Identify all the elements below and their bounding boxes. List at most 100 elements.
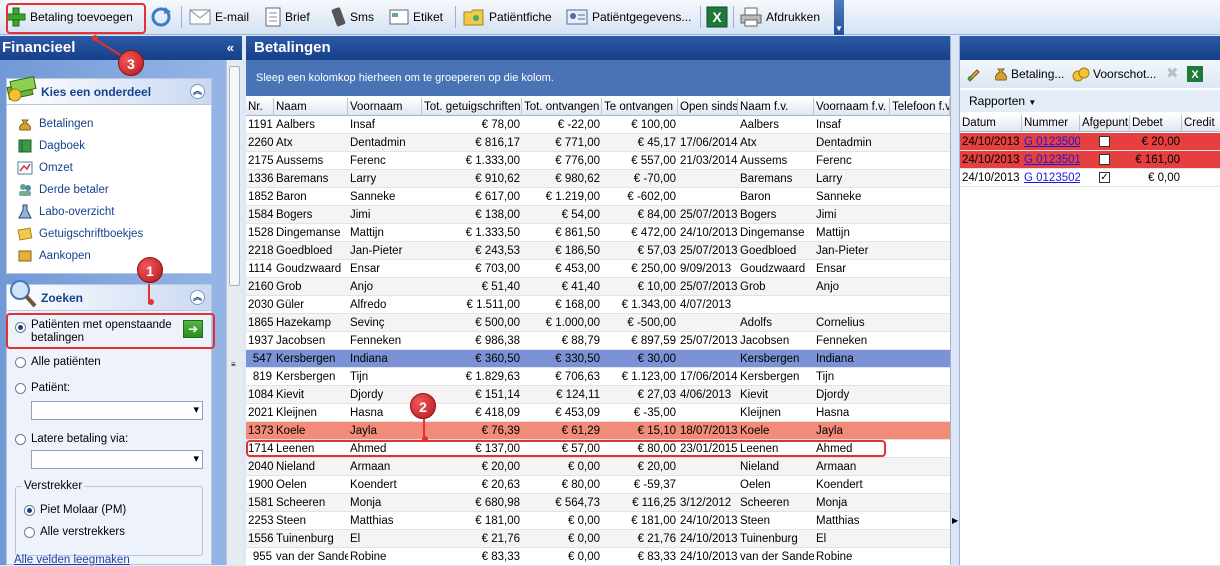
table-row[interactable]: 1336 Baremans Larry € 910,62 € 980,62 € -70,0…	[246, 170, 950, 188]
letter-button[interactable]: Brief	[265, 4, 310, 30]
table-row[interactable]: 1556 Tuinenburg El € 21,76 € 0,00 € 21,76 24/1…	[246, 530, 950, 548]
table-cell: Jayla	[350, 425, 377, 437]
detail-payment-button[interactable]: Betaling...	[994, 66, 1064, 82]
mobile-phone-icon	[331, 7, 346, 27]
radio-button[interactable]	[15, 357, 26, 368]
collapse-up-icon[interactable]: ︽	[190, 84, 205, 99]
patient-sheet-button[interactable]: Patiëntfiche	[463, 4, 552, 30]
provider-group-title: Verstrekker	[22, 480, 85, 492]
table-row[interactable]: 2260 Atx Dentadmin € 816,17 € 771,00 € 45,17 1…	[246, 134, 950, 152]
settled-checkbox[interactable]: ✓	[1099, 172, 1110, 183]
scroll-thumb[interactable]	[229, 66, 240, 286]
radio-button[interactable]	[15, 434, 26, 445]
detail-column-header[interactable]: Datum	[960, 115, 1022, 132]
column-header[interactable]: Nr.	[246, 98, 274, 116]
table-row[interactable]: 1114 Goudzwaard Ensar € 703,00 € 453,00 € 250…	[246, 260, 950, 278]
label-button[interactable]: Etiket	[389, 4, 443, 30]
radio-button[interactable]	[24, 505, 35, 516]
radio-patient[interactable]: Patiënt:	[15, 382, 70, 394]
excel-icon[interactable]: X	[1186, 65, 1204, 83]
column-header[interactable]: Tot. getuigschriften	[422, 98, 522, 116]
table-row[interactable]: 1084 Kievit Djordy € 151,14 € 124,11 € 27,03 4…	[246, 386, 950, 404]
detail-row[interactable]: 24/10/2013 G 0123501 € 161,00	[960, 151, 1220, 169]
table-row[interactable]: 1373 Koele Jayla € 76,39 € 61,29 € 15,10 18/07…	[246, 422, 950, 440]
radio-later-payment[interactable]: Latere betaling via:	[15, 433, 128, 445]
column-header[interactable]: Open sinds	[678, 98, 738, 116]
menu-item-third-party[interactable]: Derde betaler	[17, 182, 109, 198]
patient-combo[interactable]	[31, 401, 203, 420]
settled-checkbox[interactable]	[1099, 154, 1110, 165]
invoice-link[interactable]: G 0123501	[1022, 151, 1080, 169]
toolbar-overflow-grip[interactable]: ▼	[834, 0, 844, 35]
left-panel-scrollbar[interactable]: ≡	[226, 60, 242, 565]
table-row[interactable]: 2030 Güler Alfredo € 1.511,00 € 168,00 € 1.34…	[246, 296, 950, 314]
column-header[interactable]: Naam f.v.	[738, 98, 814, 116]
section-choose-part-header[interactable]: Kies een onderdeel ︽	[6, 76, 212, 104]
table-row[interactable]: 547 Kersbergen Indiana € 360,50 € 330,50 € 30…	[246, 350, 950, 368]
panel-splitter[interactable]: ▶	[950, 36, 959, 565]
reports-menu[interactable]: Rapporten ▼	[969, 94, 1036, 108]
menu-item-journal[interactable]: Dagboek	[17, 138, 85, 154]
sms-button[interactable]: Sms	[330, 4, 374, 30]
detail-advance-button[interactable]: Voorschot...	[1072, 66, 1156, 82]
table-row[interactable]: 1581 Scheeren Monja € 680,98 € 564,73 € 116,2…	[246, 494, 950, 512]
column-header[interactable]: Voornaam	[348, 98, 422, 116]
menu-item-revenue[interactable]: Omzet	[17, 160, 73, 176]
table-row[interactable]: 1900 Oelen Koendert € 20,63 € 80,00 € -59,37 O…	[246, 476, 950, 494]
radio-provider-all[interactable]: Alle verstrekkers	[24, 526, 125, 538]
table-row[interactable]: 1865 Hazekamp Sevinç € 500,00 € 1.000,00 € -5…	[246, 314, 950, 332]
later-payment-combo[interactable]	[31, 450, 203, 469]
menu-item-certificate-books[interactable]: Getuigschriftboekjes	[17, 226, 143, 242]
radio-all-patients[interactable]: Alle patiënten	[15, 356, 101, 368]
group-by-area[interactable]: Sleep een kolomkop hierheen om te groepe…	[246, 60, 954, 96]
radio-button[interactable]	[15, 383, 26, 394]
detail-column-header[interactable]: Nummer	[1022, 115, 1080, 132]
table-row[interactable]: 2160 Grob Anjo € 51,40 € 41,40 € 10,00 25/07/2…	[246, 278, 950, 296]
table-row[interactable]: 2218 Goedbloed Jan-Pieter € 243,53 € 186,50 €…	[246, 242, 950, 260]
menu-item-payments[interactable]: Betalingen	[17, 116, 93, 132]
table-row[interactable]: 1528 Dingemanse Mattijn € 1.333,50 € 861,50 €…	[246, 224, 950, 242]
table-row[interactable]: 955 van der Sande Robine € 83,33 € 0,00 € 83,…	[246, 548, 950, 566]
table-row[interactable]: 1584 Bogers Jimi € 138,00 € 54,00 € 84,00 25/0…	[246, 206, 950, 224]
table-cell: 2040	[248, 461, 274, 473]
table-row[interactable]: 819 Kersbergen Tijn € 1.829,63 € 706,63 € 1.1…	[246, 368, 950, 386]
detail-column-header[interactable]: Afgepunt	[1080, 115, 1130, 132]
radio-button[interactable]	[24, 527, 35, 538]
table-row[interactable]: 2175 Aussems Ferenc € 1.333,00 € 776,00 € 557…	[246, 152, 950, 170]
delete-x-icon[interactable]: ✖	[1166, 64, 1179, 82]
invoice-link[interactable]: G 0123500	[1022, 133, 1080, 151]
patient-data-button[interactable]: Patiëntgegevens...	[566, 4, 691, 30]
edit-pencil-icon[interactable]	[966, 66, 982, 82]
column-header[interactable]: Tot. ontvangen	[522, 98, 602, 116]
detail-column-header[interactable]: Credit	[1182, 115, 1220, 132]
excel-button[interactable]: X	[706, 4, 728, 30]
table-row[interactable]: 1852 Baron Sanneke € 617,00 € 1.219,00 € -602…	[246, 188, 950, 206]
table-row[interactable]: 1191 Aalbers Insaf € 78,00 € -22,00 € 100,00 A…	[246, 116, 950, 134]
collapse-up-icon[interactable]: ︽	[190, 290, 205, 305]
detail-column-header[interactable]: Debet	[1130, 115, 1182, 132]
detail-row[interactable]: 24/10/2013 G 0123500 € 20,00	[960, 133, 1220, 151]
column-header[interactable]: Naam	[274, 98, 348, 116]
column-header[interactable]: Telefoon f.v	[890, 98, 950, 116]
menu-item-purchases[interactable]: Aankopen	[17, 248, 91, 264]
table-row[interactable]: 2021 Kleijnen Hasna € 418,09 € 453,09 € -35,0…	[246, 404, 950, 422]
menu-item-lab-overview[interactable]: Labo-overzicht	[17, 204, 114, 220]
settled-checkbox[interactable]	[1099, 136, 1110, 147]
section-search-header[interactable]: Zoeken ︽	[6, 280, 212, 310]
table-cell: € 0,00	[568, 515, 600, 527]
table-row[interactable]: 1937 Jacobsen Fenneken € 986,38 € 88,79 € 897…	[246, 332, 950, 350]
collapse-panel-button[interactable]: «	[227, 36, 234, 60]
detail-advance-label: Voorschot...	[1093, 67, 1157, 81]
column-header[interactable]: Te ontvangen	[602, 98, 678, 116]
table-row[interactable]: 2040 Nieland Armaan € 20,00 € 0,00 € 20,00 Nie…	[246, 458, 950, 476]
clear-fields-link[interactable]: Alle velden leegmaken	[14, 554, 130, 566]
email-button[interactable]: E-mail	[189, 4, 249, 30]
invoice-link[interactable]: G 0123502	[1022, 169, 1080, 187]
label-icon	[389, 9, 409, 25]
print-button[interactable]: Afdrukken	[740, 4, 820, 30]
table-row[interactable]: 2253 Steen Matthias € 181,00 € 0,00 € 181,00 2…	[246, 512, 950, 530]
column-header[interactable]: Voornaam f.v.	[814, 98, 890, 116]
radio-provider-piet[interactable]: Piet Molaar (PM)	[24, 504, 126, 516]
refresh-button[interactable]	[150, 4, 172, 30]
detail-row[interactable]: 24/10/2013 G 0123502 ✓ € 0,00	[960, 169, 1220, 187]
